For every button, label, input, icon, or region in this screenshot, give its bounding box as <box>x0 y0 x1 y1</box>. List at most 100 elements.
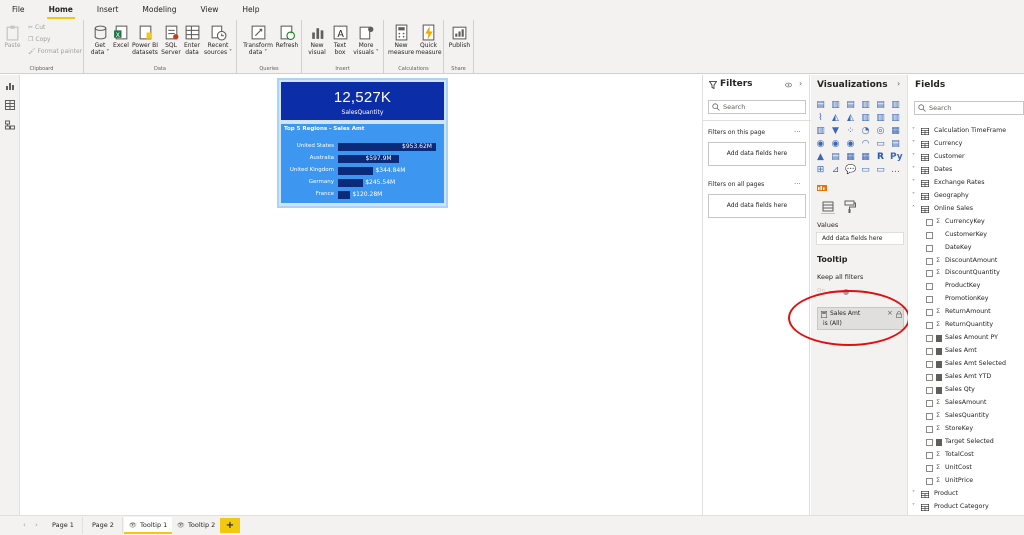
matrix-icon[interactable]: ▦ <box>860 152 871 163</box>
menu-view[interactable]: View <box>201 0 219 20</box>
field-table-row[interactable]: ˅ Dates <box>908 165 1024 178</box>
get-data-button[interactable]: Get data ˅ <box>89 24 111 56</box>
field-column-row[interactable]: Target Selected <box>908 437 1024 450</box>
field-table-row[interactable]: ˅ Product <box>908 489 1024 502</box>
publish-button[interactable]: Publish <box>447 24 472 49</box>
shape-map-icon[interactable]: ◉ <box>845 139 856 150</box>
field-checkbox[interactable] <box>926 425 933 433</box>
line-clustered-icon[interactable]: ▥ <box>875 113 886 124</box>
new-visual-button[interactable]: New visual <box>306 24 328 56</box>
bar-chart-card[interactable]: Top 5 Regions - Sales Amt United States $… <box>281 124 444 203</box>
field-checkbox[interactable] <box>926 283 933 291</box>
field-checkbox[interactable] <box>926 451 933 459</box>
next-page-arrow-icon[interactable]: › <box>35 521 38 529</box>
clustered-bar-icon[interactable]: ▤ <box>845 100 856 111</box>
chevron-down-icon[interactable]: ˅ <box>912 153 915 160</box>
keep-all-filters-toggle[interactable]: On <box>817 287 857 297</box>
stacked-column-icon[interactable]: ▥ <box>830 100 841 111</box>
field-column-row[interactable]: Σ SalesQuantity <box>908 411 1024 424</box>
chevron-down-icon[interactable]: ˅ <box>912 166 915 173</box>
field-column-row[interactable]: Σ ReturnQuantity <box>908 320 1024 333</box>
eye-icon[interactable] <box>785 82 792 88</box>
format-paint-roller-icon[interactable] <box>843 200 857 214</box>
chevron-down-icon[interactable]: ˅ <box>912 127 915 134</box>
field-checkbox[interactable] <box>926 374 933 382</box>
model-view-icon[interactable] <box>5 120 15 130</box>
stacked-area-icon[interactable]: ◭ <box>845 113 856 124</box>
field-checkbox[interactable] <box>926 231 933 239</box>
bar-row[interactable]: United States $953.62M <box>281 142 444 152</box>
python-visual-icon[interactable]: Py <box>890 152 903 163</box>
field-column-row[interactable]: Sales Amount PY <box>908 333 1024 346</box>
filled-map-icon[interactable]: ◉ <box>830 139 841 150</box>
recent-sources-button[interactable]: Recent sources ˅ <box>203 24 233 56</box>
field-column-row[interactable]: Sales Amt Selected <box>908 359 1024 372</box>
page-tab-tooltip-2[interactable]: 👁 Tooltip 2 <box>172 517 225 534</box>
table-visual-icon[interactable]: ▦ <box>845 152 856 163</box>
remove-filter-icon[interactable]: × <box>887 309 893 317</box>
decomposition-tree-icon[interactable]: ⊿ <box>830 165 841 176</box>
field-column-row[interactable]: Σ StoreKey <box>908 424 1024 437</box>
treemap-icon[interactable]: ▦ <box>890 126 901 137</box>
bar-row[interactable]: United Kingdom $344.84M <box>281 166 444 176</box>
values-drop-zone[interactable]: Add data fields here <box>816 232 904 245</box>
enter-data-button[interactable]: Enter data <box>183 24 201 56</box>
add-page-button[interactable]: + <box>220 518 240 533</box>
funnel-icon[interactable]: ▼ <box>830 126 841 137</box>
field-checkbox[interactable] <box>926 477 933 485</box>
100-column-icon[interactable]: ▥ <box>890 100 901 111</box>
tooltip-visual-group[interactable]: 12,527K SalesQuantity Top 5 Regions - Sa… <box>277 78 448 208</box>
field-column-row[interactable]: Sales Amt <box>908 346 1024 359</box>
qna-icon[interactable]: 💬 <box>845 165 856 176</box>
page-tab-2[interactable]: Page 2 <box>84 517 123 534</box>
field-column-row[interactable]: Σ DiscountQuantity <box>908 268 1024 281</box>
menu-file[interactable]: File <box>12 0 25 20</box>
slicer-icon[interactable]: ▤ <box>830 152 841 163</box>
field-checkbox[interactable] <box>926 387 933 394</box>
report-view-icon[interactable] <box>5 81 15 91</box>
r-visual-icon[interactable]: R <box>875 152 886 163</box>
field-column-row[interactable]: Σ TotalCost <box>908 450 1024 463</box>
field-column-row[interactable]: Σ UnitCost <box>908 463 1024 476</box>
paginated-icon[interactable]: ▭ <box>875 165 886 176</box>
field-table-row[interactable]: ˅ Exchange Rates <box>908 178 1024 191</box>
field-table-row[interactable]: ˅ Customer <box>908 152 1024 165</box>
menu-insert[interactable]: Insert <box>97 0 119 20</box>
field-checkbox[interactable] <box>926 244 933 252</box>
collapse-filters-icon[interactable]: › <box>799 79 802 88</box>
excel-button[interactable]: X Excel <box>112 24 130 49</box>
field-table-row[interactable]: ˄ Online Sales <box>908 204 1024 217</box>
bar[interactable] <box>338 179 364 187</box>
field-column-row[interactable]: ProductKey <box>908 281 1024 294</box>
page-tab-1[interactable]: Page 1 <box>44 517 83 534</box>
filters-all-pages-more-icon[interactable]: ... <box>794 178 801 186</box>
smart-narrative-icon[interactable]: ▭ <box>860 165 871 176</box>
field-column-row[interactable]: Σ DiscountAmount <box>908 256 1024 269</box>
field-table-row[interactable]: ˅ Currency <box>908 139 1024 152</box>
chevron-down-icon[interactable]: ˅ <box>912 192 915 199</box>
key-influencers-icon[interactable]: ⊞ <box>815 165 826 176</box>
map-icon[interactable]: ◉ <box>815 139 826 150</box>
field-column-row[interactable]: Σ CurrencyKey <box>908 217 1024 230</box>
line-chart-icon[interactable]: ⌇ <box>815 113 826 124</box>
menu-home[interactable]: Home <box>46 0 76 20</box>
collapse-visualizations-icon[interactable]: › <box>897 79 900 88</box>
cut-button[interactable]: ✂ Cut <box>28 24 45 31</box>
filters-on-page-drop-zone[interactable]: Add data fields here <box>708 142 806 166</box>
chevron-down-icon[interactable]: ˅ <box>912 503 915 510</box>
multi-row-card-icon[interactable]: ▤ <box>890 139 901 150</box>
text-box-button[interactable]: A Text box <box>330 24 350 56</box>
filters-all-pages-drop-zone[interactable]: Add data fields here <box>708 194 806 218</box>
more-visuals-button[interactable]: More visuals ˅ <box>352 24 380 56</box>
field-checkbox[interactable] <box>926 257 933 265</box>
kpi-icon[interactable]: ▲ <box>815 152 826 163</box>
field-table-row[interactable]: ˅ Calculation TimeFrame <box>908 126 1024 139</box>
bar[interactable] <box>338 191 351 199</box>
bar-row[interactable]: Germany $245.54M <box>281 178 444 188</box>
clustered-column-icon[interactable]: ▥ <box>860 100 871 111</box>
scatter-icon[interactable]: ⁘ <box>845 126 856 137</box>
field-column-row[interactable]: Σ UnitPrice <box>908 476 1024 489</box>
waterfall-icon[interactable]: ▥ <box>815 126 826 137</box>
card-icon[interactable]: ▭ <box>875 139 886 150</box>
data-view-icon[interactable] <box>5 100 15 110</box>
